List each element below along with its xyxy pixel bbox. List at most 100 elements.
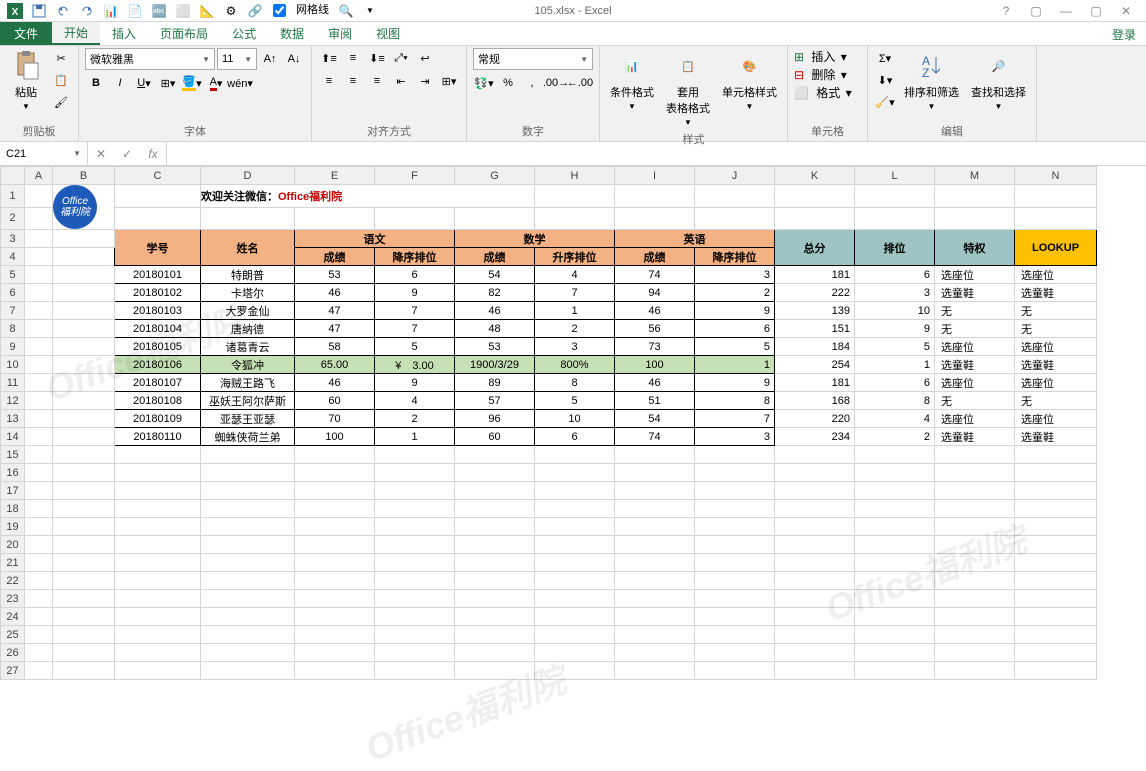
cell[interactable]: 60	[295, 392, 375, 410]
insert-cells-button[interactable]: ⊞ 插入 ▾	[794, 48, 847, 65]
cell[interactable]: 5	[535, 392, 615, 410]
cell[interactable]	[535, 482, 615, 500]
cell[interactable]: 选座位	[935, 338, 1015, 356]
save-icon[interactable]	[28, 1, 50, 21]
cell[interactable]	[53, 500, 115, 518]
cell[interactable]: 2	[535, 320, 615, 338]
cell[interactable]: 选童鞋	[1015, 356, 1097, 374]
cell[interactable]	[935, 554, 1015, 572]
cell[interactable]	[775, 518, 855, 536]
tab-insert[interactable]: 插入	[100, 22, 148, 45]
row-header[interactable]: 24	[1, 608, 25, 626]
cell[interactable]: 2	[375, 410, 455, 428]
cell[interactable]: 6	[375, 266, 455, 284]
tab-data[interactable]: 数据	[268, 22, 316, 45]
cell[interactable]	[695, 608, 775, 626]
cell[interactable]	[375, 572, 455, 590]
cell[interactable]	[535, 608, 615, 626]
cell[interactable]: 181	[775, 374, 855, 392]
cell[interactable]	[295, 572, 375, 590]
cell[interactable]	[1015, 518, 1097, 536]
cell[interactable]	[25, 482, 53, 500]
cell[interactable]	[695, 662, 775, 680]
cell[interactable]	[855, 572, 935, 590]
cell[interactable]	[935, 518, 1015, 536]
format-cells-button[interactable]: ⬜ 格式 ▾	[794, 84, 852, 101]
spreadsheet-grid[interactable]: ABCDEFGHIJKLMN1Office福利院欢迎关注微信：Office福利院…	[0, 166, 1097, 680]
cell-name[interactable]: 亚瑟王亚瑟	[201, 410, 295, 428]
cell[interactable]	[535, 536, 615, 554]
cell[interactable]	[455, 464, 535, 482]
cell[interactable]: 9	[375, 284, 455, 302]
cell[interactable]	[455, 554, 535, 572]
cell[interactable]	[935, 608, 1015, 626]
cell[interactable]	[375, 446, 455, 464]
cell[interactable]	[53, 536, 115, 554]
col-header[interactable]: J	[695, 167, 775, 185]
cell[interactable]	[295, 644, 375, 662]
col-header[interactable]: C	[115, 167, 201, 185]
cell[interactable]	[25, 554, 53, 572]
cell[interactable]: 56	[615, 320, 695, 338]
cell[interactable]: 9	[855, 320, 935, 338]
cell[interactable]	[615, 518, 695, 536]
cell[interactable]	[201, 644, 295, 662]
inc-decimal-icon[interactable]: .00→	[545, 73, 567, 93]
cell[interactable]	[201, 662, 295, 680]
cell[interactable]	[295, 590, 375, 608]
cell-styles-button[interactable]: 🎨单元格样式▼	[718, 48, 781, 113]
cell[interactable]	[25, 536, 53, 554]
cell[interactable]	[535, 662, 615, 680]
cell[interactable]: 47	[295, 302, 375, 320]
cell[interactable]: 无	[935, 392, 1015, 410]
cell[interactable]: 3	[855, 284, 935, 302]
accounting-icon[interactable]: 💱▾	[473, 73, 495, 93]
cell[interactable]	[201, 554, 295, 572]
cell[interactable]	[295, 482, 375, 500]
cell[interactable]: 选座位	[935, 266, 1015, 284]
cell[interactable]	[695, 482, 775, 500]
find-select-button[interactable]: 🔎查找和选择▼	[967, 48, 1030, 113]
underline-button[interactable]: U▾	[133, 73, 155, 93]
cell[interactable]: 选座位	[1015, 410, 1097, 428]
cell[interactable]	[695, 446, 775, 464]
indent-dec-icon[interactable]: ⇤	[390, 71, 412, 91]
cell[interactable]	[535, 590, 615, 608]
phonetic-icon[interactable]: wén▾	[229, 73, 251, 93]
col-header[interactable]: F	[375, 167, 455, 185]
sort-filter-button[interactable]: AZ排序和筛选▼	[900, 48, 963, 113]
cell-name[interactable]: 诸葛青云	[201, 338, 295, 356]
cell[interactable]: 46	[615, 302, 695, 320]
comma-icon[interactable]: ,	[521, 73, 543, 93]
tab-home[interactable]: 开始	[52, 22, 100, 45]
cell[interactable]	[1015, 536, 1097, 554]
cell[interactable]	[1015, 482, 1097, 500]
cell[interactable]	[855, 446, 935, 464]
name-box[interactable]: C21▼	[0, 142, 88, 165]
cell[interactable]: 1	[535, 302, 615, 320]
cell[interactable]: 57	[455, 392, 535, 410]
cell[interactable]	[295, 536, 375, 554]
cell[interactable]	[775, 536, 855, 554]
cell[interactable]	[935, 572, 1015, 590]
cell[interactable]: 800%	[535, 356, 615, 374]
row-header[interactable]: 16	[1, 464, 25, 482]
table-format-button[interactable]: 📋套用 表格格式▼	[662, 48, 714, 129]
cell[interactable]: 100	[295, 428, 375, 446]
cell[interactable]	[1015, 626, 1097, 644]
cell[interactable]: 选座位	[1015, 338, 1097, 356]
cell[interactable]	[695, 626, 775, 644]
cell[interactable]	[615, 500, 695, 518]
fill-color-icon[interactable]: 🪣▾	[181, 73, 203, 93]
qat-btn[interactable]: ⬜	[172, 1, 194, 21]
cell[interactable]: 47	[295, 320, 375, 338]
cell[interactable]	[115, 482, 201, 500]
col-header[interactable]: N	[1015, 167, 1097, 185]
cell[interactable]	[775, 644, 855, 662]
cell-id[interactable]: 20180104	[115, 320, 201, 338]
search-icon[interactable]: 🔍	[335, 1, 357, 21]
row-header[interactable]: 1	[1, 185, 25, 208]
cell-id[interactable]: 20180101	[115, 266, 201, 284]
shrink-font-icon[interactable]: A↓	[283, 49, 305, 69]
cell[interactable]	[855, 662, 935, 680]
